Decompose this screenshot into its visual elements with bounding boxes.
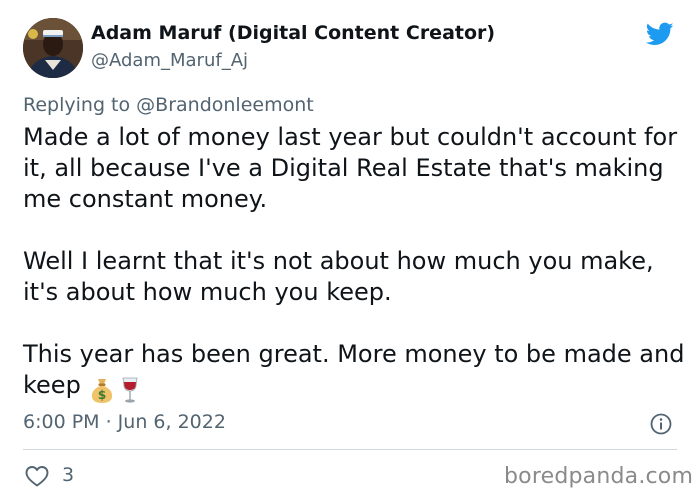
heart-icon[interactable] [24, 464, 50, 488]
money-bag-icon: $ [91, 379, 112, 403]
svg-text:$: $ [98, 388, 106, 402]
wine-glass-icon [122, 377, 138, 403]
watermark: boredpanda.com [504, 464, 694, 489]
user-handle[interactable]: @Adam_Maruf_Aj [91, 50, 248, 71]
tweet-card: Adam Maruf (Digital Content Creator) @Ad… [0, 0, 700, 502]
info-icon[interactable] [650, 413, 672, 435]
replying-to: Replying to @Brandonleemont [23, 94, 314, 116]
display-name[interactable]: Adam Maruf (Digital Content Creator) [91, 22, 495, 44]
emoji-group: $ [89, 374, 141, 405]
tweet-text: Made a lot of money last year but couldn… [23, 122, 693, 405]
divider [23, 449, 677, 450]
replying-to-label: Replying to [23, 94, 131, 116]
tweet-timestamp[interactable]: 6:00 PM · Jun 6, 2022 [23, 411, 226, 433]
tweet-body: Made a lot of money last year but couldn… [23, 123, 685, 399]
reply-mention-link[interactable]: @Brandonleemont [136, 94, 314, 116]
avatar[interactable] [23, 18, 83, 78]
like-count: 3 [62, 464, 75, 486]
twitter-bird-icon [645, 22, 674, 45]
